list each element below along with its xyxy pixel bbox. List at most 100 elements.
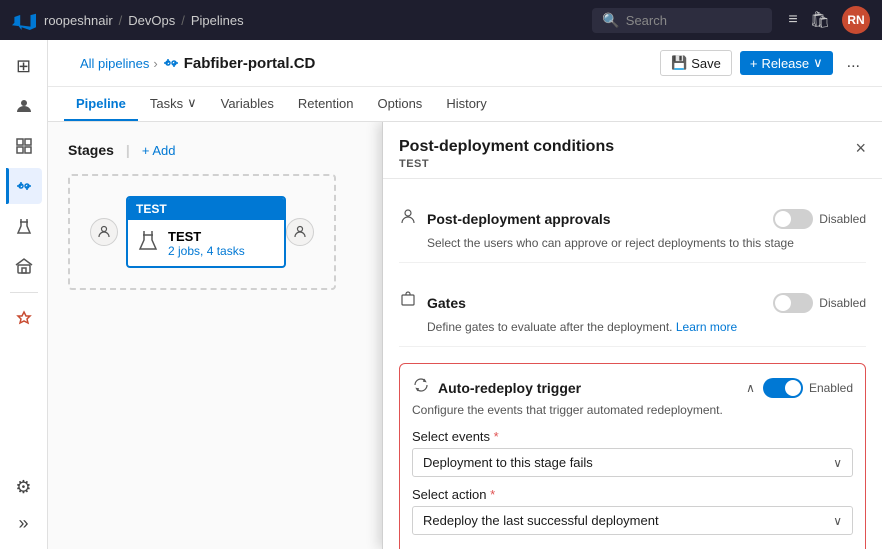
gates-title: Gates [427,295,763,311]
stage-test: TEST TEST 2 jobs, 4 tasks [126,196,286,268]
sidebar-divider [10,292,38,293]
panel-title: Post-deployment conditions [399,138,614,156]
breadcrumb-org[interactable]: roopeshnair [44,13,113,28]
stage-info: TEST 2 jobs, 4 tasks [168,229,245,258]
events-chevron-icon: ∨ [833,456,842,470]
action-label: Select action * [412,487,853,502]
pipeline-title: Fabfiber-portal.CD [184,55,316,72]
save-icon: 💾 [671,55,687,71]
main-content: All pipelines › Fabfiber-portal.CD 💾 Sav… [48,40,882,549]
auto-redeploy-toggle-label: Enabled [809,381,853,395]
tab-variables[interactable]: Variables [209,88,286,121]
approvals-toggle-wrap: Disabled [773,209,866,229]
auto-redeploy-title: Auto-redeploy trigger [438,380,738,396]
breadcrumb-project[interactable]: DevOps [128,13,175,28]
sidebar: ⊞ ⚙ » [0,40,48,549]
avatar[interactable]: RN [842,6,870,34]
search-box[interactable]: 🔍 [592,8,772,33]
sidebar-item-test[interactable] [6,208,42,244]
panel-post-deployment: Post-deployment conditions TEST × Post-d… [382,122,882,549]
tab-options[interactable]: Options [366,88,435,121]
approvals-toggle[interactable] [773,209,813,229]
stage-icon [136,228,160,258]
section-gates: Gates Disabled Define gates to evaluate … [399,279,866,347]
more-button[interactable]: ... [841,50,866,76]
post-approver-icon [286,218,314,246]
auto-redeploy-header: Auto-redeploy trigger ∧ Enabled [412,376,853,399]
auto-redeploy-toggle-wrap: Enabled [763,378,853,398]
stage-subtitle: 2 jobs, 4 tasks [168,244,245,258]
sidebar-item-pipelines[interactable] [6,168,42,204]
gates-desc: Define gates to evaluate after the deplo… [427,320,866,334]
tab-tasks[interactable]: Tasks ∨ [138,87,209,121]
content-area: Stages | + Add TEST [48,122,882,549]
panel-body: Post-deployment approvals Disabled Selec… [383,179,882,549]
action-value: Redeploy the last successful deployment [423,513,659,528]
pipeline-icon [162,54,180,72]
auto-redeploy-collapse-icon[interactable]: ∧ [746,381,755,395]
gates-icon [399,291,417,314]
events-label: Select events * [412,429,853,444]
top-nav: roopeshnair / DevOps / Pipelines 🔍 ≡ 🛍 R… [0,0,882,40]
events-required-mark: * [494,429,499,444]
section-approvals: Post-deployment approvals Disabled Selec… [399,195,866,263]
panel-close-button[interactable]: × [855,138,866,159]
search-input[interactable] [626,13,746,28]
sub-header: All pipelines › Fabfiber-portal.CD 💾 Sav… [48,40,882,87]
azure-devops-logo[interactable] [12,8,36,32]
approvals-toggle-label: Disabled [819,212,866,226]
all-pipelines-link[interactable]: All pipelines [80,56,149,71]
gates-toggle-wrap: Disabled [773,293,866,313]
sidebar-item-settings[interactable]: ⚙ [6,469,42,505]
pre-approver-icon [90,218,118,246]
sidebar-item-home[interactable]: ⊞ [6,48,42,84]
sidebar-item-users[interactable] [6,88,42,124]
action-required-mark: * [490,487,495,502]
panel-header: Post-deployment conditions TEST × [383,122,882,179]
plus-icon: + [750,56,758,71]
sidebar-item-extensions[interactable] [6,301,42,337]
auto-redeploy-desc: Configure the events that trigger automa… [412,403,853,417]
nav-icons: ≡ 🛍 RN [788,6,870,34]
sidebar-item-artifacts[interactable] [6,248,42,284]
tabs-bar: Pipeline Tasks ∨ Variables Retention Opt… [48,87,882,122]
sidebar-item-collapse[interactable]: » [6,505,42,541]
stage-card-header: TEST [128,198,284,220]
events-value: Deployment to this stage fails [423,455,593,470]
release-button[interactable]: + Release ∨ [740,51,833,75]
stages-label: Stages [68,142,114,158]
gates-toggle[interactable] [773,293,813,313]
chevron-down-icon: ∨ [813,55,823,71]
save-button[interactable]: 💾 Save [660,50,732,76]
action-chevron-icon: ∨ [833,514,842,528]
tab-pipeline[interactable]: Pipeline [64,88,138,121]
auto-redeploy-toggle[interactable] [763,378,803,398]
approvals-row: Post-deployment approvals Disabled [399,207,866,230]
approvals-desc: Select the users who can approve or reje… [427,236,866,250]
sidebar-item-boards[interactable] [6,128,42,164]
sub-breadcrumb: All pipelines › Fabfiber-portal.CD [64,48,331,78]
tab-retention[interactable]: Retention [286,88,366,121]
stage-card-body: TEST 2 jobs, 4 tasks [128,220,284,266]
sidebar-bottom: ⚙ » [6,469,42,549]
stage-card-test[interactable]: TEST TEST 2 jobs, 4 tasks [126,196,286,268]
approvals-title: Post-deployment approvals [427,211,763,227]
auto-redeploy-section: Auto-redeploy trigger ∧ Enabled Configur… [399,363,866,549]
list-icon[interactable]: ≡ [788,11,797,29]
stages-container: TEST TEST 2 jobs, 4 tasks [90,196,314,268]
stage-name: TEST [168,229,245,244]
gates-learn-more-link[interactable]: Learn more [676,320,737,334]
pipeline-stages-area: TEST TEST 2 jobs, 4 tasks [68,174,336,290]
events-select[interactable]: Deployment to this stage fails ∨ [412,448,853,477]
chevron-down-icon: ∨ [187,95,197,111]
breadcrumb-pipelines[interactable]: Pipelines [191,13,244,28]
panel-subtitle: TEST [399,158,614,170]
search-icon: 🔍 [602,12,619,29]
tab-history[interactable]: History [434,88,498,121]
gates-toggle-label: Disabled [819,296,866,310]
action-select[interactable]: Redeploy the last successful deployment … [412,506,853,535]
approvals-icon [399,207,417,230]
briefcase-icon[interactable]: 🛍 [810,10,830,30]
add-stage-button[interactable]: + Add [142,143,176,158]
auto-redeploy-icon [412,376,430,399]
